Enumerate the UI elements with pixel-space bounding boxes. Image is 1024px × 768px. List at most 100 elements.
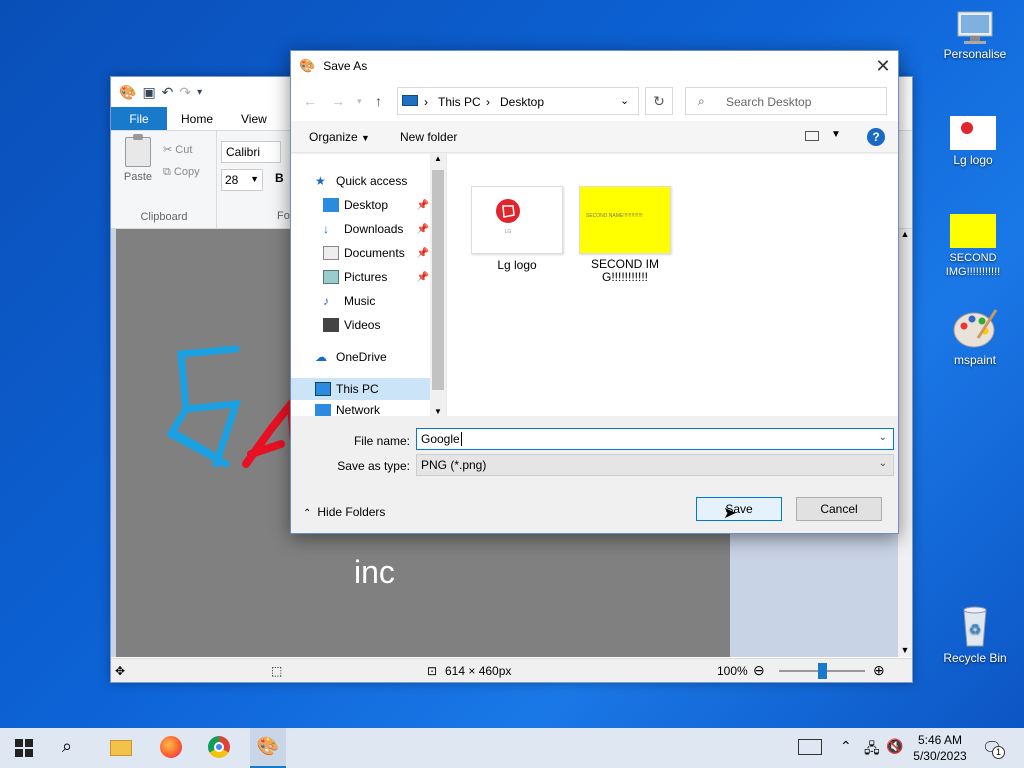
font-family-select[interactable]: Calibri <box>221 141 281 163</box>
desktop-icon-recycle-bin[interactable]: ♻ Recycle Bin <box>940 602 1010 665</box>
zoom-out-button[interactable]: ⊖ <box>753 662 765 679</box>
save-icon[interactable]: ▣ <box>142 84 155 101</box>
hide-folders-button[interactable]: ⌃ Hide Folders <box>303 505 385 519</box>
documents-icon <box>323 246 339 260</box>
network-icon[interactable]: 🖧 <box>864 738 880 762</box>
pin-icon: 📌 <box>416 199 429 211</box>
help-icon[interactable]: ? <box>867 128 885 146</box>
desktop-icon-personalise[interactable]: Personalise <box>940 8 1010 61</box>
thumbnail-caption: SECOND NAME!!!!!!!!!!!!!! <box>586 213 643 219</box>
paste-icon <box>125 134 151 167</box>
file-item-label: SECOND IMG!!!!!!!!!!! <box>590 257 659 284</box>
organize-button[interactable]: Organize ▼ <box>309 130 370 144</box>
change-view-icon[interactable] <box>805 131 819 141</box>
clock[interactable]: 5:46 AM 5/30/2023 <box>912 732 968 764</box>
desktop-icon-second-img[interactable]: SECOND IMG!!!!!!!!!!! <box>938 214 1008 279</box>
desktop-icon-label: SECOND IMG!!!!!!!!!!! <box>945 252 1001 278</box>
scrollbar-thumb[interactable] <box>432 170 444 390</box>
nav-item-network[interactable]: Network <box>291 404 431 416</box>
nav-item-quick-access[interactable]: ★ Quick access <box>291 170 431 192</box>
paint-taskbar-button[interactable]: 🎨 <box>250 728 286 768</box>
canvas-vertical-scrollbar[interactable]: ▲ ▼ <box>898 229 912 657</box>
new-folder-button[interactable]: New folder <box>400 130 457 144</box>
music-note-icon: ♪ <box>323 294 329 308</box>
personalise-icon <box>952 8 998 44</box>
undo-icon[interactable]: ↶ <box>162 84 174 101</box>
paste-button[interactable]: Paste <box>121 134 155 183</box>
navigation-scrollbar[interactable]: ▲ ▼ <box>430 154 446 416</box>
zoom-in-button[interactable]: ⊕ <box>873 662 885 679</box>
copy-icon: ⧉ <box>163 166 171 178</box>
file-item-second-img[interactable]: SECOND NAME!!!!!!!!!!!!!! SECOND IMG!!!!… <box>577 186 673 284</box>
nav-item-desktop[interactable]: Desktop 📌 <box>291 194 431 216</box>
chevron-down-icon: ▼ <box>434 407 442 416</box>
search-button[interactable]: ⌕ <box>62 736 86 760</box>
nav-item-this-pc[interactable]: This PC <box>291 378 431 400</box>
refresh-button[interactable]: ↻ <box>645 87 673 115</box>
tab-file[interactable]: File <box>111 107 167 130</box>
mouse-pointer-icon: ➤ <box>723 505 737 522</box>
status-bar: ✥ ⬚ ⊡ 614 × 460px 100% ⊖ ⊕ <box>111 658 912 682</box>
pin-icon: 📌 <box>416 247 429 259</box>
nav-item-onedrive[interactable]: ☁ OneDrive <box>291 346 431 368</box>
desktop-icon-label: Lg logo <box>953 153 993 167</box>
forward-button[interactable]: → <box>331 93 345 109</box>
pictures-icon <box>323 270 339 284</box>
text-cursor <box>460 432 462 446</box>
notification-center-button[interactable]: 🗨 1 <box>982 738 1005 759</box>
start-button[interactable] <box>14 736 38 760</box>
volume-muted-icon[interactable]: 🔇 <box>886 738 903 755</box>
this-pc-icon <box>402 95 418 106</box>
chevron-up-icon: ⌃ <box>303 508 312 519</box>
copy-button[interactable]: ⧉ Copy <box>163 161 200 183</box>
clipboard-group-label: Clipboard <box>140 211 188 223</box>
cut-button[interactable]: ✂ Cut <box>163 139 200 161</box>
chevron-down-icon[interactable]: ⌄ <box>879 432 887 443</box>
chevron-up-icon[interactable]: ⌃ <box>840 738 852 755</box>
zoom-level: 100% <box>717 664 748 678</box>
nav-item-downloads[interactable]: ↓ Downloads 📌 <box>291 218 431 240</box>
clock-date: 5/30/2023 <box>913 749 967 763</box>
close-icon: ✕ <box>875 56 891 76</box>
save-button[interactable]: Save <box>696 497 782 521</box>
desktop-icon-lg-logo[interactable]: Lg logo <box>938 116 1008 167</box>
firefox-button[interactable] <box>160 736 184 760</box>
file-explorer-button[interactable] <box>110 736 134 760</box>
tab-home[interactable]: Home <box>167 107 227 130</box>
breadcrumb-this-pc[interactable]: This PC <box>438 95 481 109</box>
search-input[interactable]: ⌕ Search Desktop <box>685 87 887 115</box>
nav-item-music[interactable]: ♪ Music <box>291 290 431 312</box>
image-thumbnail-icon <box>950 116 996 150</box>
file-name-value: Google <box>421 432 460 446</box>
font-size-value: 28 <box>225 173 239 187</box>
save-as-type-select[interactable]: PNG (*.png) ⌄ <box>416 454 894 476</box>
nav-item-documents[interactable]: Documents 📌 <box>291 242 431 264</box>
chevron-down-icon[interactable]: ⌄ <box>620 94 629 107</box>
dialog-toolbar: Organize ▼ New folder ▼ ? <box>291 121 898 153</box>
zoom-slider-thumb[interactable] <box>818 663 827 679</box>
tab-view[interactable]: View <box>227 107 281 130</box>
back-button[interactable]: ← <box>303 93 317 109</box>
cancel-button[interactable]: Cancel <box>796 497 882 521</box>
desktop-icon-mspaint[interactable]: mspaint <box>940 306 1010 367</box>
breadcrumb-separator: › <box>424 95 428 109</box>
chrome-button[interactable] <box>208 736 232 760</box>
breadcrumb-desktop[interactable]: Desktop <box>500 95 544 109</box>
recent-locations-button[interactable]: ▾ <box>357 96 362 107</box>
file-name-input[interactable]: Google ⌄ <box>416 428 894 450</box>
keyboard-icon[interactable] <box>798 739 822 755</box>
font-size-select[interactable]: 28 ▼ <box>221 169 263 191</box>
customize-qat-icon[interactable]: ▾ <box>197 87 202 98</box>
chevron-down-icon[interactable]: ▼ <box>831 129 841 140</box>
desktop-icon-label: Personalise <box>943 47 1007 61</box>
address-bar[interactable]: › This PC › Desktop ⌄ <box>397 87 639 115</box>
redo-icon[interactable]: ↷ <box>179 84 191 101</box>
up-button[interactable]: ↑ <box>375 93 382 109</box>
nav-item-videos[interactable]: Videos <box>291 314 431 336</box>
nav-item-pictures[interactable]: Pictures 📌 <box>291 266 431 288</box>
scissors-icon: ✂ <box>163 144 173 156</box>
file-item-lg-logo[interactable]: LG Lg logo <box>469 186 565 272</box>
bold-button[interactable]: B <box>275 171 284 185</box>
hide-folders-label: Hide Folders <box>317 505 386 519</box>
close-button[interactable]: ✕ <box>868 51 898 81</box>
